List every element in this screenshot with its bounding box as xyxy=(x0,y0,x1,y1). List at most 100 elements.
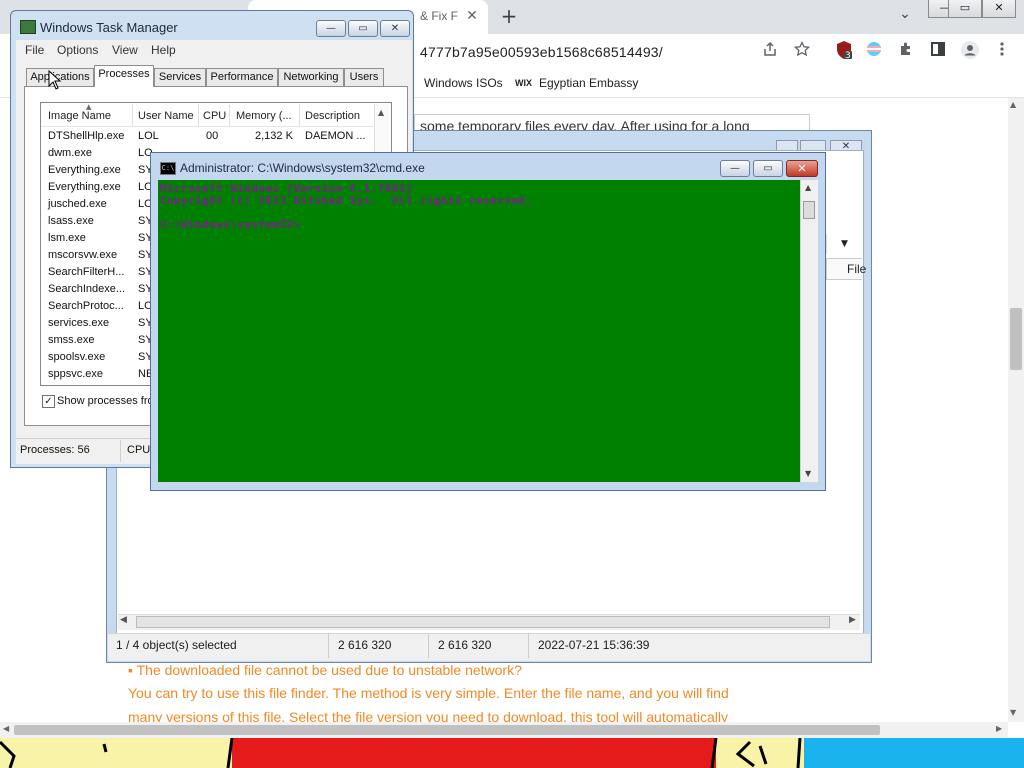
tab-users[interactable]: Users xyxy=(344,68,384,86)
menu-icon[interactable] xyxy=(990,40,1014,64)
tab-close-icon[interactable]: ✕ xyxy=(462,6,482,26)
process-description: DAEMON ... xyxy=(305,130,366,142)
explorer-scroll-left-icon[interactable]: ◀ xyxy=(120,615,127,625)
menu-file[interactable]: File xyxy=(25,43,44,57)
scroll-up-arrow-icon[interactable]: ▲ xyxy=(1010,100,1016,109)
column-divider xyxy=(229,104,230,126)
process-image-name[interactable]: SearchFilterH... xyxy=(48,266,124,278)
new-tab-button[interactable]: + xyxy=(498,5,520,27)
cmd-app-icon: C:\ xyxy=(160,162,176,175)
process-image-name[interactable]: lsm.exe xyxy=(48,232,86,244)
column-divider xyxy=(299,104,300,126)
cmd-window-title: Administrator: C:\Windows\system32\cmd.e… xyxy=(180,161,425,175)
explorer-scroll-right-icon[interactable]: ▶ xyxy=(849,615,856,625)
status-divider xyxy=(528,634,529,658)
bookmark-egyptian-embassy[interactable]: Egyptian Embassy xyxy=(539,76,638,90)
share-icon[interactable] xyxy=(758,40,782,64)
browser-tab-title: & Fix F xyxy=(420,9,458,23)
process-image-name[interactable]: dwm.exe xyxy=(48,147,92,159)
explorer-scroll-thumb[interactable] xyxy=(136,616,830,628)
process-image-name[interactable]: smss.exe xyxy=(48,334,94,346)
column-cpu[interactable]: CPU xyxy=(203,110,226,122)
tab-services[interactable]: Services xyxy=(154,68,206,86)
status-divider xyxy=(328,634,329,658)
tab-performance[interactable]: Performance xyxy=(206,68,278,86)
column-description[interactable]: Description xyxy=(305,110,360,122)
cmd-vertical-scrollbar[interactable] xyxy=(800,180,818,482)
wix-icon: WIX xyxy=(515,78,532,88)
column-user-name[interactable]: User Name xyxy=(138,110,194,122)
taskmgr-maximize-button[interactable]: ▭ xyxy=(348,20,378,37)
process-count-status: Processes: 56 xyxy=(20,444,90,456)
status-divider xyxy=(120,440,121,462)
extension-badge: 3 xyxy=(845,51,851,61)
scroll-up-arrow-icon[interactable]: ▲ xyxy=(378,108,384,117)
menu-help[interactable]: Help xyxy=(151,43,176,57)
process-memory: 2,132 K xyxy=(255,130,293,142)
cmd-close-button[interactable]: ✕ xyxy=(786,160,818,177)
sidebar-icon[interactable] xyxy=(926,40,950,64)
explorer-file-column-label[interactable]: File xyxy=(847,262,866,276)
bookmark-windows-isos[interactable]: Windows ISOs xyxy=(424,76,503,90)
address-bar-url[interactable]: 4777b7a95e00593eb1568c68514493/ xyxy=(420,44,663,60)
column-image-name[interactable]: Image Name xyxy=(48,110,111,122)
console-prompt: C:\Windows\system32> xyxy=(160,218,301,231)
page-horizontal-scroll-thumb[interactable] xyxy=(14,725,880,735)
menu-view[interactable]: View xyxy=(112,43,138,57)
browser-close-button[interactable]: ✕ xyxy=(982,0,1016,18)
scroll-down-arrow-icon[interactable]: ▼ xyxy=(1010,708,1016,717)
process-image-name[interactable]: sppsvc.exe xyxy=(48,368,103,380)
page-paragraph-line: You can try to use this file finder. The… xyxy=(128,685,729,701)
scroll-up-arrow-icon[interactable]: ▲ xyxy=(805,183,811,192)
process-image-name[interactable]: jusched.exe xyxy=(48,198,107,210)
process-image-name[interactable]: Everything.exe xyxy=(48,164,121,176)
page-paragraph-line: many versions of this file. Select the f… xyxy=(128,709,728,722)
process-image-name[interactable]: DTShellHlp.exe xyxy=(48,130,124,142)
explorer-size-status: 2 616 320 xyxy=(338,638,392,652)
extension-flag-icon[interactable] xyxy=(862,40,886,64)
task-manager-app-icon xyxy=(20,20,36,34)
column-memory[interactable]: Memory (... xyxy=(236,110,292,122)
task-manager-title: Windows Task Manager xyxy=(40,20,178,35)
tab-networking[interactable]: Networking xyxy=(278,68,344,86)
column-divider xyxy=(198,104,199,126)
process-image-name[interactable]: Everything.exe xyxy=(48,181,121,193)
star-icon[interactable] xyxy=(790,40,814,64)
status-divider xyxy=(428,634,429,658)
process-image-name[interactable]: SearchIndexe... xyxy=(48,283,125,295)
page-vertical-scrollbar[interactable] xyxy=(1008,98,1024,722)
show-all-processes-checkbox[interactable]: ✓ xyxy=(42,395,55,408)
page-bullet-line: ▪ The downloaded file cannot be used due… xyxy=(128,662,522,678)
scroll-down-arrow-icon[interactable]: ▼ xyxy=(805,469,811,478)
explorer-date-status: 2022-07-21 15:36:39 xyxy=(538,638,650,652)
process-image-name[interactable]: spoolsv.exe xyxy=(48,351,105,363)
browser-maximize-button[interactable]: ▭ xyxy=(948,0,982,18)
process-image-name[interactable]: lsass.exe xyxy=(48,215,94,227)
background-artwork xyxy=(0,738,1024,768)
explorer-size-status: 2 616 320 xyxy=(438,638,492,652)
process-image-name[interactable]: SearchProtoc... xyxy=(48,300,124,312)
taskmgr-minimize-button[interactable]: — xyxy=(316,20,346,37)
cmd-scroll-thumb[interactable] xyxy=(803,201,815,219)
explorer-selection-status: 1 / 4 object(s) selected xyxy=(116,638,237,652)
explorer-dropdown-arrow-icon[interactable]: ▼ xyxy=(826,234,862,254)
tab-processes[interactable]: Processes xyxy=(94,65,154,87)
profile-icon[interactable] xyxy=(958,40,982,64)
process-image-name[interactable]: services.exe xyxy=(48,317,109,329)
tab-search-icon[interactable]: ⌄ xyxy=(894,6,916,28)
mouse-pointer-icon xyxy=(48,69,62,93)
process-user-name: LOL xyxy=(138,130,159,142)
page-vertical-scroll-thumb[interactable] xyxy=(1010,308,1022,370)
cmd-maximize-button[interactable]: ▭ xyxy=(753,160,783,177)
show-all-processes-label[interactable]: Show processes fro xyxy=(57,395,154,407)
ublock-icon[interactable]: 3 xyxy=(832,40,856,64)
scroll-right-arrow-icon[interactable]: ▶ xyxy=(996,724,1002,733)
puzzle-icon[interactable] xyxy=(894,40,918,64)
column-divider xyxy=(132,104,133,126)
cmd-minimize-button[interactable]: — xyxy=(720,160,750,177)
menu-options[interactable]: Options xyxy=(57,43,98,57)
process-image-name[interactable]: mscorsvw.exe xyxy=(48,249,117,261)
scroll-left-arrow-icon[interactable]: ◀ xyxy=(3,724,9,733)
process-cpu: 00 xyxy=(206,130,219,142)
taskmgr-close-button[interactable]: ✕ xyxy=(380,20,410,37)
